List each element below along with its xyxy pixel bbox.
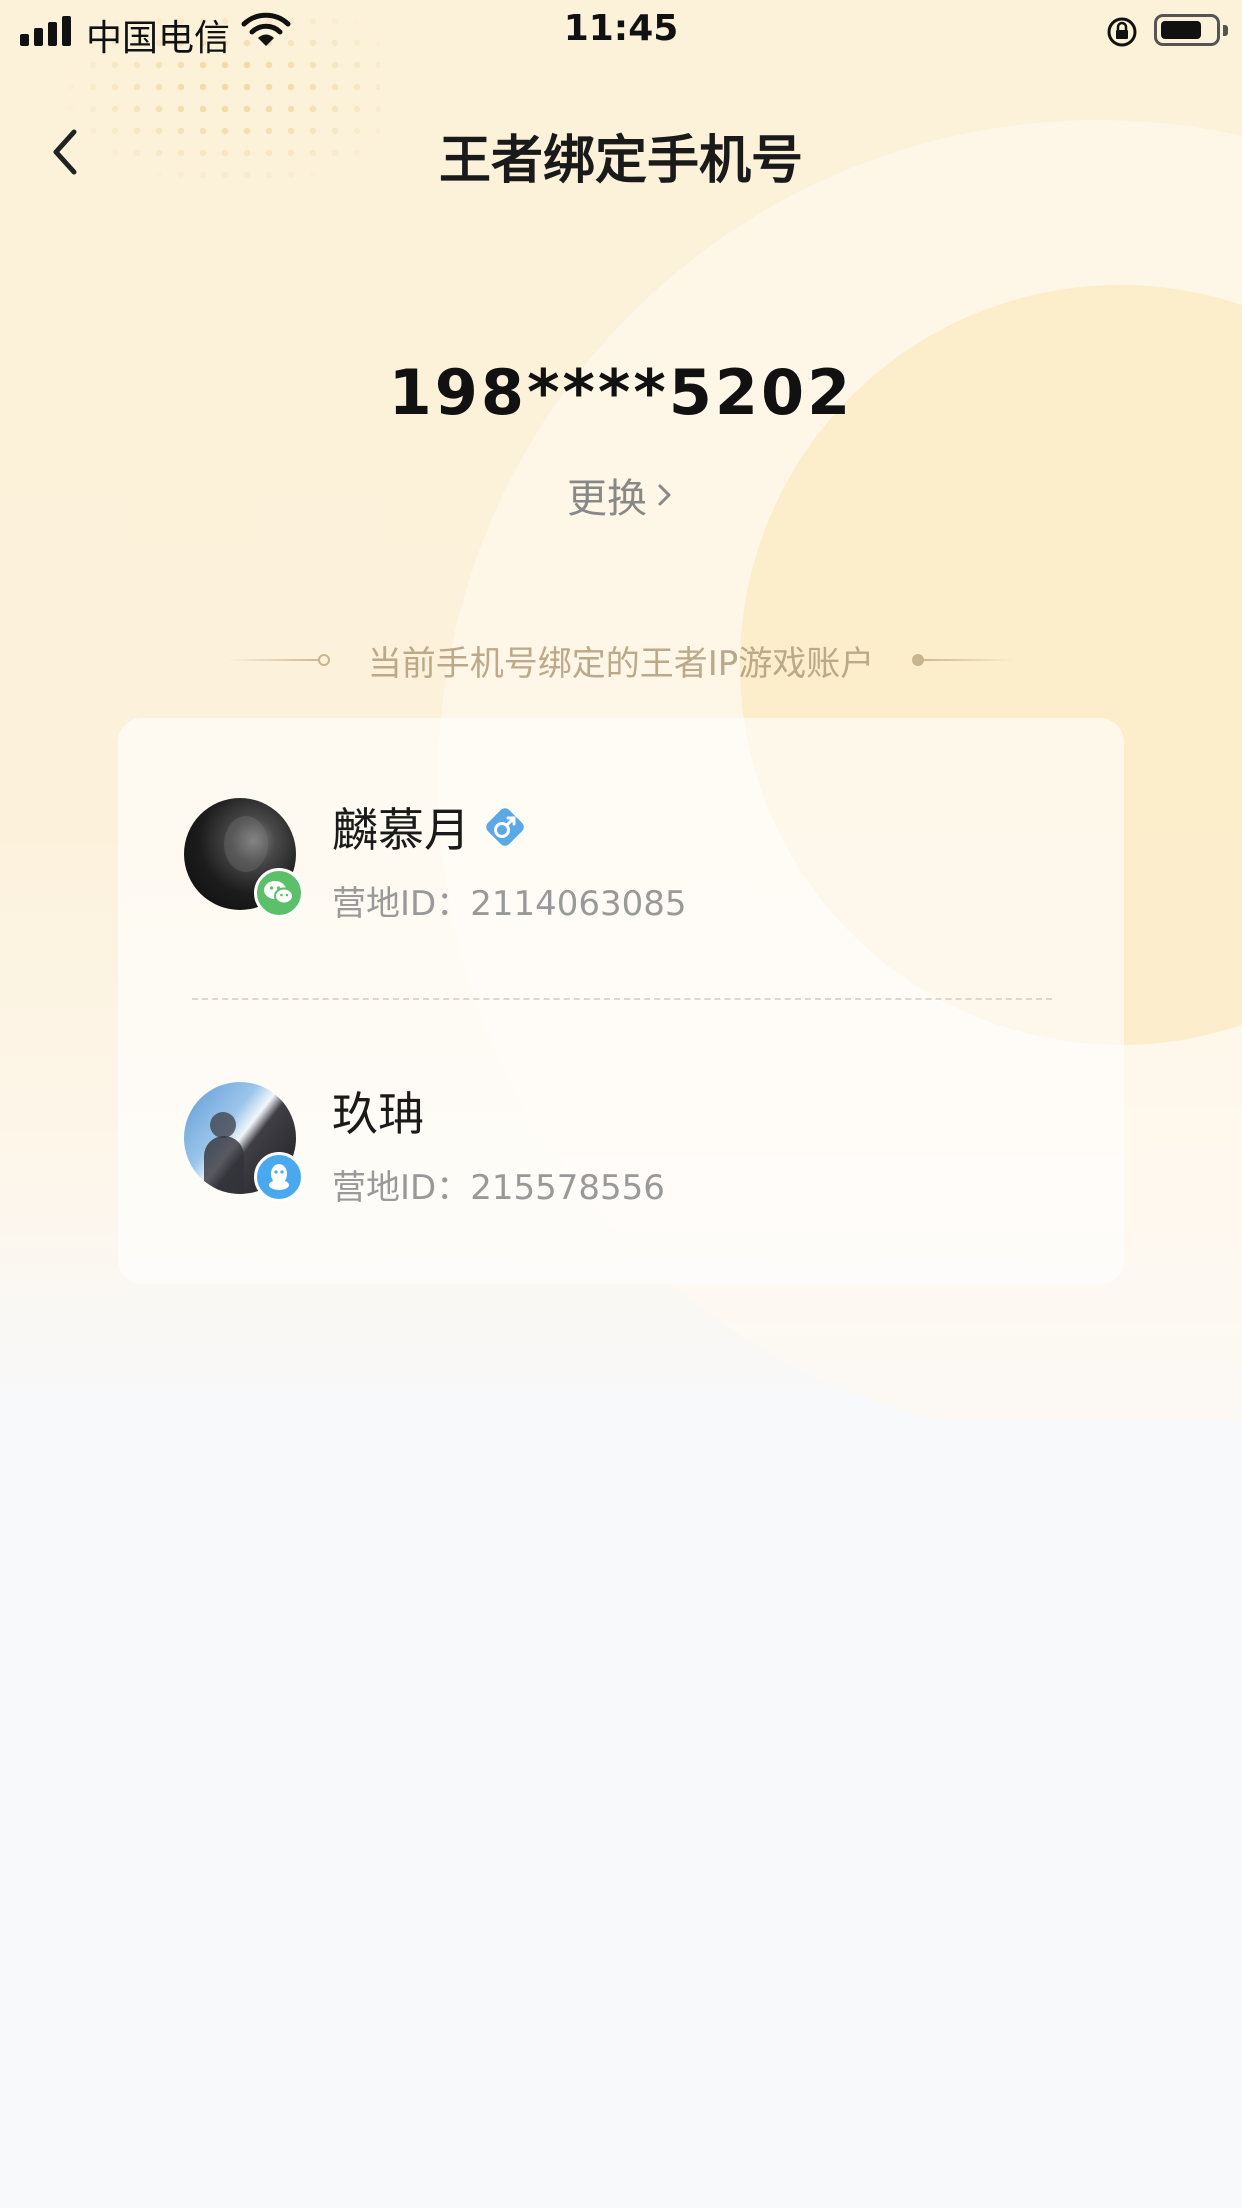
section-title: 当前手机号绑定的王者IP游戏账户 — [367, 643, 875, 684]
accounts-card: 麟慕月 营地ID：2114063085 玖珃 营地ID：215578556 — [118, 718, 1124, 1284]
account-name: 玖珃 — [332, 1087, 424, 1141]
account-id-label: 营地ID： — [332, 884, 471, 924]
battery-icon — [1154, 14, 1228, 46]
bound-phone-number: 198****5202 — [388, 356, 854, 429]
account-id-row: 营地ID：2114063085 — [332, 876, 687, 925]
account-item[interactable]: 麟慕月 营地ID：2114063085 — [184, 798, 1064, 948]
account-id-label: 营地ID： — [332, 1168, 471, 1208]
account-name: 麟慕月 — [332, 803, 470, 857]
divider — [192, 998, 1052, 1000]
status-time: 11:45 — [563, 8, 679, 49]
rotation-lock-icon — [1107, 17, 1137, 47]
qq-icon — [254, 1152, 304, 1202]
change-phone-link[interactable]: 更换 — [0, 466, 1242, 524]
account-item[interactable]: 玖珃 营地ID：215578556 — [184, 1082, 1064, 1232]
status-bar: 中国电信 11:45 — [0, 0, 1242, 64]
male-icon — [486, 808, 524, 846]
divider-decoration — [228, 654, 330, 666]
divider-decoration — [912, 654, 1014, 666]
chevron-right-icon — [658, 484, 671, 506]
change-phone-label: 更换 — [567, 476, 647, 522]
account-id: 215578556 — [470, 1168, 665, 1208]
wechat-icon — [254, 868, 304, 918]
page-title: 王者绑定手机号 — [438, 131, 803, 191]
account-id-row: 营地ID：215578556 — [332, 1160, 665, 1209]
account-id: 2114063085 — [470, 884, 687, 924]
section-header: 当前手机号绑定的王者IP游戏账户 — [228, 638, 1014, 684]
